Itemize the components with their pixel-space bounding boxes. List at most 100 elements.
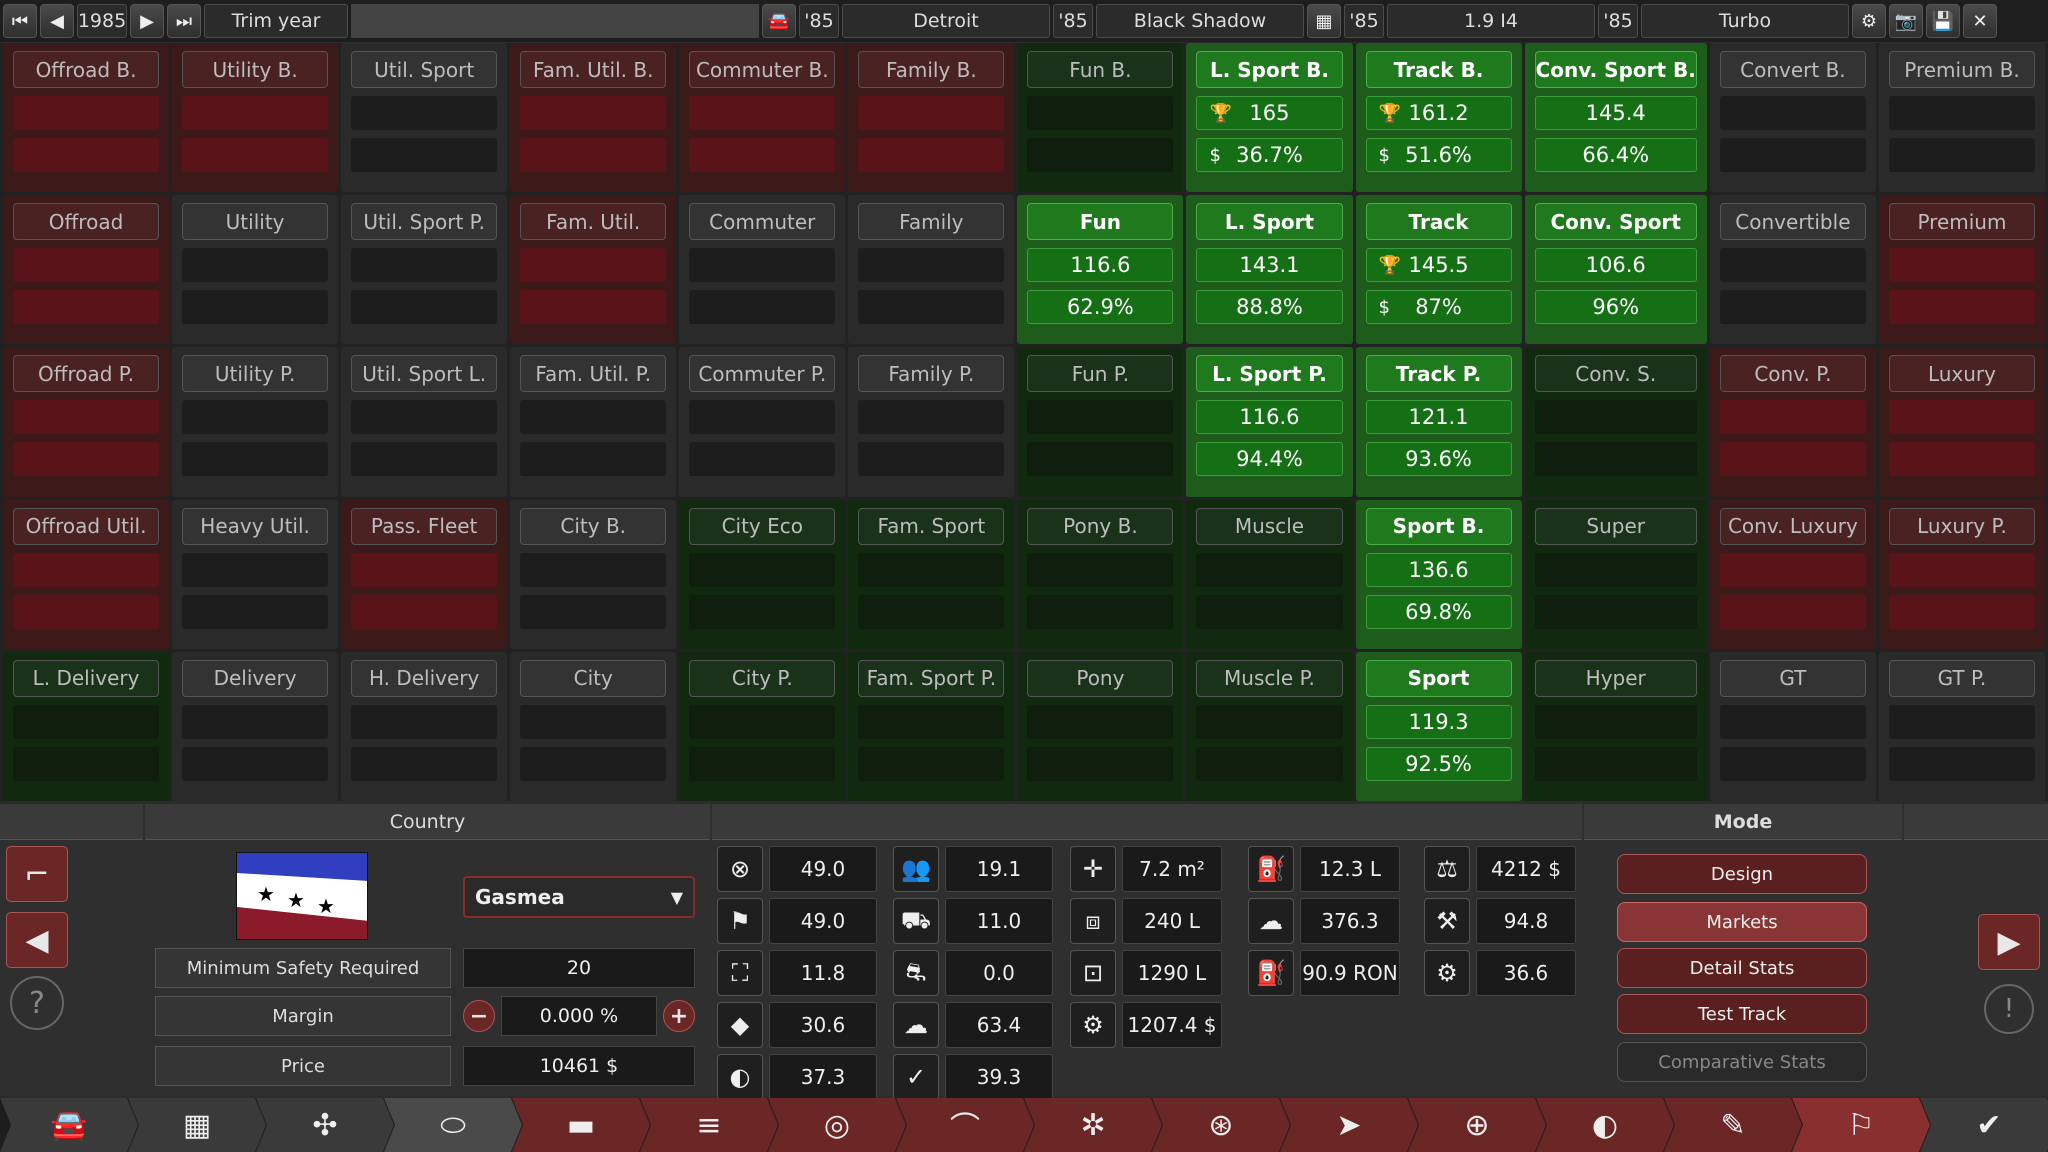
market-cell[interactable]: City B. xyxy=(510,499,677,649)
market-cell[interactable]: Offroad xyxy=(3,195,170,345)
market-cell[interactable]: Fun 116.6 62.9% xyxy=(1017,195,1184,345)
market-cell[interactable]: Offroad Util. xyxy=(3,499,170,649)
car-icon[interactable]: 🚘 xyxy=(762,4,796,38)
car-model-selector[interactable]: Detroit xyxy=(842,4,1050,38)
prev-year-button[interactable]: ◀ xyxy=(40,4,74,38)
market-cell[interactable]: H. Delivery xyxy=(341,651,508,801)
tab-finish-check-icon[interactable]: ✔ xyxy=(1920,1098,2048,1152)
close-icon[interactable]: ✕ xyxy=(1963,4,1997,38)
engine-icon[interactable]: ▦ xyxy=(1307,4,1341,38)
engine-selector[interactable]: 1.9 I4 xyxy=(1387,4,1595,38)
trim-selector[interactable]: Black Shadow xyxy=(1096,4,1304,38)
market-cell[interactable]: Muscle xyxy=(1186,499,1353,649)
tab-engine-block-icon[interactable]: ▬ xyxy=(512,1098,650,1152)
market-cell[interactable]: Muscle P. xyxy=(1186,651,1353,801)
engine-trim-selector[interactable]: Turbo xyxy=(1641,4,1849,38)
market-cell[interactable]: Track B. 🏆 161.2 $51.6% xyxy=(1355,43,1522,193)
market-cell[interactable]: Utility xyxy=(172,195,339,345)
market-cell[interactable]: L. Sport 143.1 88.8% xyxy=(1186,195,1353,345)
market-cell[interactable]: Util. Sport L. xyxy=(341,347,508,497)
tab-chassis-icon[interactable]: ▦ xyxy=(128,1098,266,1152)
market-cell[interactable]: Utility P. xyxy=(172,347,339,497)
market-cell[interactable]: Pass. Fleet xyxy=(341,499,508,649)
market-cell[interactable]: Convertible xyxy=(1709,195,1876,345)
market-cell[interactable]: Conv. S. xyxy=(1524,347,1707,497)
market-cell[interactable]: Track 🏆 145.5 $87% xyxy=(1355,195,1522,345)
edit-path-icon[interactable]: ⌐ xyxy=(6,846,68,902)
mode-design-button[interactable]: Design xyxy=(1617,854,1867,894)
market-cell[interactable]: Conv. Luxury xyxy=(1709,499,1876,649)
market-cell[interactable]: Conv. Sport B. 145.4 66.4% xyxy=(1524,43,1707,193)
market-cell[interactable]: Premium xyxy=(1878,195,2045,345)
country-dropdown[interactable]: Gasmea ▼ xyxy=(463,876,695,918)
market-cell[interactable]: Luxury P. xyxy=(1878,499,2045,649)
market-cell[interactable]: Track P. 121.1 93.6% xyxy=(1355,347,1522,497)
market-cell[interactable]: Fam. Util. xyxy=(510,195,677,345)
forward-arrow-button[interactable]: ▶ xyxy=(1978,914,2040,970)
camera-icon[interactable]: 📷 xyxy=(1889,4,1923,38)
next-year-button[interactable]: ▶ xyxy=(130,4,164,38)
warning-icon[interactable]: ! xyxy=(1984,984,2034,1034)
market-cell[interactable]: Family B. xyxy=(848,43,1015,193)
market-cell[interactable]: Commuter xyxy=(679,195,846,345)
market-cell[interactable]: Luxury xyxy=(1878,347,2045,497)
market-cell[interactable]: Conv. P. xyxy=(1709,347,1876,497)
market-cell[interactable]: City Eco xyxy=(679,499,846,649)
tab-exhaust-icon[interactable]: ⌒ xyxy=(896,1098,1034,1152)
market-cell[interactable]: Utility B. xyxy=(172,43,339,193)
save-icon[interactable]: 💾 xyxy=(1926,4,1960,38)
market-cell[interactable]: City xyxy=(510,651,677,801)
tab-suspension-icon[interactable]: ✣ xyxy=(256,1098,394,1152)
market-cell[interactable]: Fam. Util. B. xyxy=(510,43,677,193)
market-cell[interactable]: Util. Sport xyxy=(341,43,508,193)
tab-car-icon[interactable]: 🚘 xyxy=(0,1098,138,1152)
market-cell[interactable]: Pony xyxy=(1017,651,1184,801)
tab-interior-icon[interactable]: ⊕ xyxy=(1408,1098,1546,1152)
margin-decrease-button[interactable]: − xyxy=(463,1000,495,1032)
market-cell[interactable]: Fun B. xyxy=(1017,43,1184,193)
market-cell[interactable]: Hyper xyxy=(1524,651,1707,801)
margin-value[interactable]: 0.000 % xyxy=(501,996,657,1036)
settings-gear-icon[interactable]: ⚙ xyxy=(1852,4,1886,38)
market-cell[interactable]: Util. Sport P. xyxy=(341,195,508,345)
market-cell[interactable]: Sport 119.3 92.5% xyxy=(1355,651,1522,801)
market-cell[interactable]: L. Sport B. 🏆 165 $36.7% xyxy=(1186,43,1353,193)
market-cell[interactable]: L. Sport P. 116.6 94.4% xyxy=(1186,347,1353,497)
market-cell[interactable]: Premium B. xyxy=(1878,43,2045,193)
market-cell[interactable]: Fam. Util. P. xyxy=(510,347,677,497)
market-cell[interactable]: Fam. Sport P. xyxy=(848,651,1015,801)
tab-safety-icon[interactable]: ◐ xyxy=(1536,1098,1674,1152)
market-cell[interactable]: Commuter B. xyxy=(679,43,846,193)
tab-body-icon[interactable]: ⬭ xyxy=(384,1098,522,1152)
market-cell[interactable]: GT xyxy=(1709,651,1876,801)
margin-increase-button[interactable]: + xyxy=(663,1000,695,1032)
market-cell[interactable]: City P. xyxy=(679,651,846,801)
tab-fuel-system-icon[interactable]: ◎ xyxy=(768,1098,906,1152)
market-cell[interactable]: Conv. Sport 106.6 96% xyxy=(1524,195,1707,345)
market-cell[interactable]: Heavy Util. xyxy=(172,499,339,649)
tab-engine-head-icon[interactable]: ≡ xyxy=(640,1098,778,1152)
skip-forward-icon[interactable]: ⏭ xyxy=(167,4,201,38)
market-cell[interactable]: Offroad P. xyxy=(3,347,170,497)
mode-markets-button[interactable]: Markets xyxy=(1617,902,1867,942)
tab-wheels-icon[interactable]: ✲ xyxy=(1024,1098,1162,1152)
tab-aero-icon[interactable]: ➤ xyxy=(1280,1098,1418,1152)
tab-brakes-icon[interactable]: ⊛ xyxy=(1152,1098,1290,1152)
market-cell[interactable]: Convert B. xyxy=(1709,43,1876,193)
market-cell[interactable]: L. Delivery xyxy=(3,651,170,801)
skip-back-icon[interactable]: ⏮ xyxy=(3,4,37,38)
market-cell[interactable]: Family xyxy=(848,195,1015,345)
trim-year-button[interactable]: Trim year xyxy=(204,4,348,38)
help-icon[interactable]: ? xyxy=(10,976,64,1030)
market-cell[interactable]: Offroad B. xyxy=(3,43,170,193)
market-cell[interactable]: Delivery xyxy=(172,651,339,801)
tab-test-track-icon[interactable]: ⚐ xyxy=(1792,1098,1930,1152)
market-cell[interactable]: Fun P. xyxy=(1017,347,1184,497)
mode-test-track-button[interactable]: Test Track xyxy=(1617,994,1867,1034)
market-cell[interactable]: Pony B. xyxy=(1017,499,1184,649)
market-cell[interactable]: Super xyxy=(1524,499,1707,649)
market-cell[interactable]: GT P. xyxy=(1878,651,2045,801)
market-cell[interactable]: Fam. Sport xyxy=(848,499,1015,649)
market-cell[interactable]: Sport B. 136.6 69.8% xyxy=(1355,499,1522,649)
tab-tuning-icon[interactable]: ✎ xyxy=(1664,1098,1802,1152)
